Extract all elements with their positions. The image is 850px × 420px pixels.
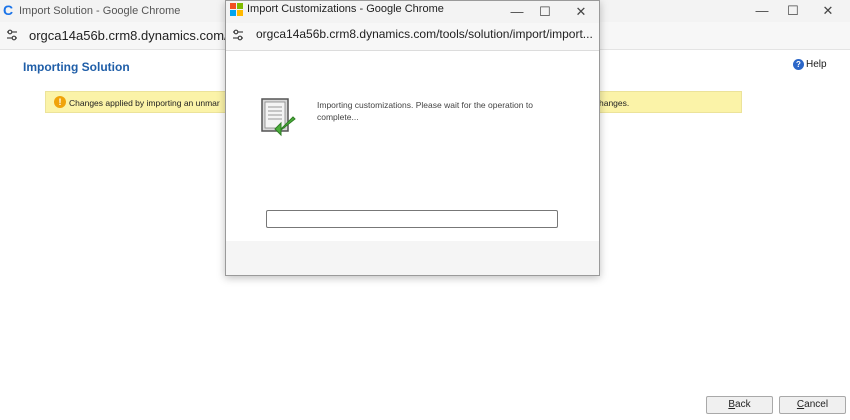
import-customizations-popup: Import Customizations - Google Chrome — … [225, 0, 600, 276]
popup-maximize-icon[interactable]: ☐ [537, 4, 553, 20]
warning-icon: ! [54, 96, 66, 108]
windows-logo-icon [230, 3, 243, 16]
popup-titlebar: Import Customizations - Google Chrome — … [226, 1, 599, 23]
site-settings-icon[interactable] [6, 29, 18, 41]
background-window-title: Import Solution - Google Chrome [19, 5, 181, 17]
popup-site-settings-icon[interactable] [232, 29, 244, 41]
chrome-icon: C [3, 2, 14, 18]
warning-text: Changes applied by importing an unmar [69, 98, 220, 108]
cancel-button[interactable]: Cancel [779, 396, 846, 414]
close-icon[interactable]: ✕ [820, 3, 836, 19]
help-icon: ? [793, 59, 804, 70]
popup-title: Import Customizations - Google Chrome [247, 3, 444, 15]
minimize-icon[interactable]: — [754, 3, 770, 19]
page-title: Importing Solution [23, 60, 130, 74]
import-progress-bar [266, 210, 558, 228]
maximize-icon[interactable]: ☐ [785, 3, 801, 19]
help-link[interactable]: ? Help [793, 59, 827, 70]
popup-address-bar: orgca14a56b.crm8.dynamics.com/tools/solu… [226, 23, 599, 51]
popup-close-icon[interactable]: ✕ [573, 4, 589, 20]
import-document-icon [261, 98, 296, 137]
back-button[interactable]: Back [706, 396, 773, 414]
import-status-message: Importing customizations. Please wait fo… [317, 100, 533, 122]
warning-text-end: hanges. [599, 98, 630, 108]
help-label: Help [806, 59, 827, 70]
popup-minimize-icon[interactable]: — [509, 4, 525, 20]
popup-url[interactable]: orgca14a56b.crm8.dynamics.com/tools/solu… [256, 27, 593, 41]
popup-footer [226, 241, 599, 275]
